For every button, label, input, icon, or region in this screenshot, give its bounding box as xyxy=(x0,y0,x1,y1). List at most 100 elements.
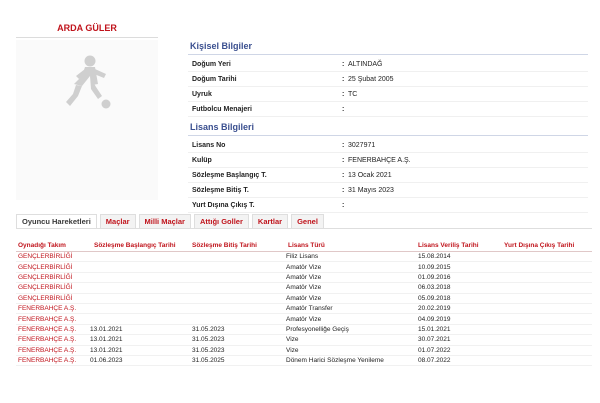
table-row: FENERBAHÇE A.Ş. 13.01.2021 31.05.2023 Vize 3… xyxy=(16,335,592,346)
cell-team[interactable]: GENÇLERBİRLİĞİ xyxy=(16,295,88,302)
kv-value: 3027971 xyxy=(348,141,376,149)
cell-license-type: Amatör Vize xyxy=(286,294,322,302)
cell-contract-end: 31.05.2023 xyxy=(192,325,225,333)
cell-license-date: 05.09.2018 xyxy=(418,294,451,302)
cell-license-date: 30.07.2021 xyxy=(418,336,451,344)
cell-license-date: 01.07.2022 xyxy=(418,346,451,354)
cell-team[interactable]: GENÇLERBİRLİĞİ xyxy=(16,284,88,291)
cell-license-date: 08.07.2022 xyxy=(418,357,451,365)
tab-cards[interactable]: Kartlar xyxy=(251,214,289,228)
cell-license-date: 15.01.2021 xyxy=(418,325,451,333)
table-row: GENÇLERBİRLİĞİ Amatör Vize 10.09.2015 xyxy=(16,262,592,273)
license-info-list: Lisans No : 3027971 Kulüp : FENERBAHÇE A… xyxy=(188,138,588,213)
license-info-title: Lisans Bilgileri xyxy=(188,119,588,136)
cell-contract-start: 13.01.2021 xyxy=(90,346,123,354)
cell-team[interactable]: FENERBAHÇE A.Ş. xyxy=(16,347,88,354)
cell-license-type: Amatör Transfer xyxy=(286,305,333,313)
contract-start-row: Sözleşme Başlangıç T. : 13 Ocak 2021 xyxy=(188,168,588,183)
table-header: Oynadığı Takım Sözleşme Başlangıç Tarihi… xyxy=(16,240,592,252)
agent-row: Futbolcu Menajeri : xyxy=(188,102,588,117)
cell-contract-end: 31.05.2025 xyxy=(192,357,225,365)
table-row: FENERBAHÇE A.Ş. 01.06.2023 31.05.2025 Dönem… xyxy=(16,356,592,367)
table-row: GENÇLERBİRLİĞİ Amatör Vize 06.03.2018 xyxy=(16,283,592,294)
contract-end-row: Sözleşme Bitiş T. : 31 Mayıs 2023 xyxy=(188,183,588,198)
footballer-silhouette-icon xyxy=(66,55,111,109)
cell-team[interactable]: GENÇLERBİRLİĞİ xyxy=(16,253,88,260)
kv-separator: : xyxy=(342,201,345,209)
kv-label: Doğum Tarihi xyxy=(192,75,237,83)
tab-player-movements[interactable]: Oyuncu Hareketleri xyxy=(16,214,97,228)
cell-team[interactable]: FENERBAHÇE A.Ş. xyxy=(16,357,88,364)
cell-license-date: 06.03.2018 xyxy=(418,284,451,292)
table-row: FENERBAHÇE A.Ş. 13.01.2021 31.05.2023 Vize 0… xyxy=(16,346,592,356)
cell-contract-start: 01.06.2023 xyxy=(90,357,123,365)
cell-license-date: 10.09.2015 xyxy=(418,263,451,271)
kv-value: 31 Mayıs 2023 xyxy=(348,186,394,194)
kv-value: FENERBAHÇE A.Ş. xyxy=(348,156,411,164)
tab-general[interactable]: Genel xyxy=(291,214,324,228)
cell-license-type: Amatör Vize xyxy=(286,284,322,292)
kv-value: 25 Şubat 2005 xyxy=(348,75,394,83)
cell-license-type: Vize xyxy=(286,346,299,354)
info-panel: Kişisel Bilgiler Doğum Yeri : ALTINDAĞ D… xyxy=(188,38,588,213)
kv-label: Sözleşme Bitiş T. xyxy=(192,186,249,194)
cell-license-type: Profesyonelliğe Geçiş xyxy=(286,325,349,333)
table-row: FENERBAHÇE A.Ş. Amatör Vize 04.09.2019 xyxy=(16,314,592,325)
abroad-exit-row: Yurt Dışına Çıkış T. : xyxy=(188,198,588,213)
cell-contract-start: 13.01.2021 xyxy=(90,336,123,344)
cell-license-type: Amatör Vize xyxy=(286,273,322,281)
cell-license-date: 15.08.2014 xyxy=(418,253,451,261)
kv-label: Uyruk xyxy=(192,90,212,98)
cell-team[interactable]: FENERBAHÇE A.Ş. xyxy=(16,305,88,312)
personal-info-list: Doğum Yeri : ALTINDAĞ Doğum Tarihi : 25 … xyxy=(188,57,588,117)
column-header-contract-start: Sözleşme Başlangıç Tarihi xyxy=(94,242,176,249)
cell-license-date: 01.09.2016 xyxy=(418,273,451,281)
table-row: FENERBAHÇE A.Ş. Amatör Transfer 20.02.2019 xyxy=(16,304,592,315)
tab-matches[interactable]: Maçlar xyxy=(99,214,136,228)
tab-divider xyxy=(16,228,592,229)
column-header-license-type: Lisans Türü xyxy=(288,242,325,249)
column-header-abroad-date: Yurt Dışına Çıkış Tarihi xyxy=(504,242,575,249)
cell-team[interactable]: FENERBAHÇE A.Ş. xyxy=(16,326,88,333)
cell-team[interactable]: FENERBAHÇE A.Ş. xyxy=(16,316,88,323)
tab-national-matches[interactable]: Milli Maçlar xyxy=(138,214,191,228)
license-no-row: Lisans No : 3027971 xyxy=(188,138,588,153)
cell-contract-start: 13.01.2021 xyxy=(90,325,123,333)
cell-license-type: Dönem Harici Sözleşme Yenileme xyxy=(286,357,384,365)
kv-value: 13 Ocak 2021 xyxy=(348,171,392,179)
table-row: GENÇLERBİRLİĞİ Filiz Lisans 15.08.2014 xyxy=(16,252,592,263)
kv-separator: : xyxy=(342,105,345,113)
cell-team[interactable]: FENERBAHÇE A.Ş. xyxy=(16,336,88,343)
cell-contract-end: 31.05.2023 xyxy=(192,346,225,354)
tab-bar: Oyuncu Hareketleri Maçlar Milli Maçlar A… xyxy=(16,212,327,228)
cell-license-type: Filiz Lisans xyxy=(286,253,319,261)
kv-value: ALTINDAĞ xyxy=(348,60,383,68)
cell-team[interactable]: GENÇLERBİRLİĞİ xyxy=(16,264,88,271)
birthdate-row: Doğum Tarihi : 25 Şubat 2005 xyxy=(188,72,588,87)
player-photo-placeholder xyxy=(16,40,158,200)
table-row: FENERBAHÇE A.Ş. 13.01.2021 31.05.2023 Profe… xyxy=(16,325,592,336)
column-header-contract-end: Sözleşme Bitiş Tarihi xyxy=(192,242,257,249)
kv-value: TC xyxy=(348,90,358,98)
table-row: GENÇLERBİRLİĞİ Amatör Vize 05.09.2018 xyxy=(16,294,592,304)
personal-info-title: Kişisel Bilgiler xyxy=(188,38,588,55)
cell-license-type: Amatör Vize xyxy=(286,263,322,271)
kv-label: Yurt Dışına Çıkış T. xyxy=(192,201,255,209)
cell-contract-end: 31.05.2023 xyxy=(192,336,225,344)
kv-label: Kulüp xyxy=(192,156,212,164)
player-movements-table: Oynadığı Takım Sözleşme Başlangıç Tarihi… xyxy=(16,240,592,367)
cell-license-type: Amatör Vize xyxy=(286,315,322,323)
tab-goals[interactable]: Attığı Goller xyxy=(193,214,249,228)
cell-team[interactable]: GENÇLERBİRLİĞİ xyxy=(16,274,88,281)
nationality-row: Uyruk : TC xyxy=(188,87,588,102)
kv-label: Sözleşme Başlangıç T. xyxy=(192,171,267,179)
table-body: GENÇLERBİRLİĞİ Filiz Lisans 15.08.2014 GENÇ… xyxy=(16,252,592,367)
table-row: GENÇLERBİRLİĞİ Amatör Vize 01.09.2016 xyxy=(16,273,592,284)
kv-label: Doğum Yeri xyxy=(192,60,231,68)
column-header-team: Oynadığı Takım xyxy=(18,242,66,249)
cell-license-date: 20.02.2019 xyxy=(418,305,451,313)
birthplace-row: Doğum Yeri : ALTINDAĞ xyxy=(188,57,588,72)
kv-label: Lisans No xyxy=(192,141,226,149)
player-name: ARDA GÜLER xyxy=(16,20,158,38)
cell-license-type: Vize xyxy=(286,336,299,344)
